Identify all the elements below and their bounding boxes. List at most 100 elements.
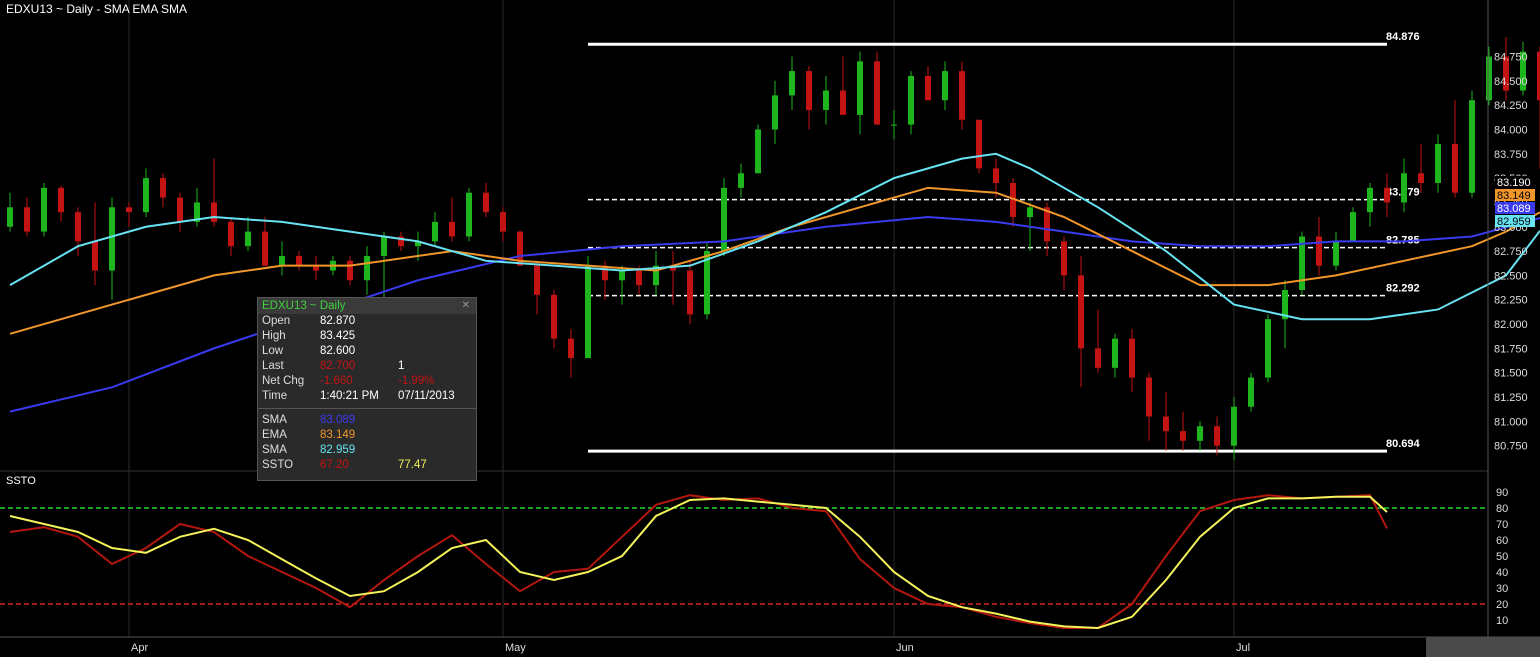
ma-line <box>9 216 1540 413</box>
level-label: 80.694 <box>1386 438 1421 450</box>
axes: 84.75084.50084.25084.00083.75083.50083.2… <box>0 0 1540 654</box>
level-label: 82.292 <box>1386 283 1420 295</box>
candle-body <box>551 294 557 339</box>
row-label: EMA <box>262 429 287 441</box>
price-tick-label: 81.500 <box>1494 368 1528 380</box>
ssto-panel <box>0 494 1488 630</box>
ssto-label: SSTO <box>6 475 36 487</box>
price-tick-label: 80.750 <box>1494 441 1528 453</box>
candle-body <box>160 178 166 198</box>
data-row-ssto: SSTO 67.20 77.47 <box>258 458 476 473</box>
candle-body <box>755 129 761 174</box>
row-label: SMA <box>262 444 287 456</box>
ssto-tick-label: 20 <box>1496 599 1508 611</box>
candle-body <box>92 241 98 271</box>
candle-body <box>636 270 642 286</box>
open-value: 82.870 <box>320 315 356 327</box>
candle-body <box>908 75 914 125</box>
candle-body <box>942 71 948 101</box>
candle-body <box>1078 275 1084 349</box>
data-row-high: High 83.425 <box>258 329 476 344</box>
candle-body <box>211 202 217 222</box>
candle-body <box>466 192 472 237</box>
candle-body <box>109 207 115 271</box>
ssto-d-value: 77.47 <box>398 459 427 471</box>
candle-body <box>1095 348 1101 368</box>
candle-body <box>891 124 897 126</box>
candle-body <box>738 173 744 188</box>
candle-body <box>534 265 540 295</box>
data-row-netchg: Net Chg -1.660 -1.99% <box>258 374 476 389</box>
candle-body <box>619 270 625 281</box>
candle-body <box>1316 236 1322 266</box>
candle-body <box>262 231 268 266</box>
candle-body <box>925 75 931 101</box>
sma2-value: 82.959 <box>320 444 356 456</box>
price-tick-label: 82.750 <box>1494 246 1528 258</box>
candle-body <box>1129 338 1135 378</box>
candle-body <box>1061 241 1067 276</box>
data-window-header[interactable]: EDXU13 ~ Daily ✕ <box>258 298 476 314</box>
candle-body <box>58 187 64 213</box>
x-tick-label: Apr <box>131 642 148 654</box>
candle-body <box>976 119 982 169</box>
candle-body <box>296 255 302 266</box>
x-tick-label: Jun <box>896 642 914 654</box>
candle-body <box>347 260 353 281</box>
x-tick-label: Jul <box>1236 642 1250 654</box>
price-tag-label: 82.959 <box>1497 216 1531 228</box>
data-window[interactable]: EDXU13 ~ Daily ✕ Open 82.870 High 83.425 L… <box>257 297 477 481</box>
candle-body <box>687 270 693 315</box>
date-value: 07/11/2013 <box>398 390 455 402</box>
row-label: Last <box>262 360 284 372</box>
ssto-tick-label: 70 <box>1496 519 1508 531</box>
candle-body <box>1333 241 1339 266</box>
data-row-sma2: SMA 82.959 <box>258 443 476 458</box>
price-tick-label: 84.000 <box>1494 124 1528 136</box>
candle-body <box>1197 426 1203 441</box>
divider <box>258 408 476 409</box>
data-row-ema: EMA 83.149 <box>258 428 476 443</box>
ssto-tick-label: 30 <box>1496 583 1508 595</box>
candle-body <box>568 338 574 359</box>
price-tick-label: 83.750 <box>1494 149 1528 161</box>
netchg-value: -1.660 <box>320 375 353 387</box>
candle-body <box>7 207 13 227</box>
close-icon[interactable]: ✕ <box>462 298 470 314</box>
candle-body <box>789 71 795 96</box>
row-label: Low <box>262 345 284 357</box>
ssto-tick-label: 80 <box>1496 503 1508 515</box>
candle-body <box>585 265 591 359</box>
candlestick-series <box>7 37 1540 461</box>
ssto-tick-label: 50 <box>1496 551 1508 563</box>
row-label: SMA <box>262 414 287 426</box>
candle-body <box>449 221 455 237</box>
candle-body <box>1112 338 1118 368</box>
candle-body <box>143 178 149 213</box>
ssto-tick-label: 90 <box>1496 487 1508 499</box>
last-size: 1 <box>398 360 405 372</box>
candle-body <box>245 231 251 247</box>
candle-body <box>126 207 132 213</box>
candle-body <box>1248 377 1254 407</box>
candle-body <box>1469 100 1475 193</box>
data-row-time: Time 1:40:21 PM 07/11/2013 <box>258 389 476 404</box>
scroll-thumb[interactable] <box>1426 637 1540 657</box>
candle-body <box>1418 173 1424 183</box>
candle-body <box>959 71 965 120</box>
candle-body <box>806 71 812 110</box>
price-tick-label: 82.500 <box>1494 270 1528 282</box>
row-label: Open <box>262 315 291 327</box>
candle-body <box>1027 207 1033 218</box>
candle-body <box>177 197 183 222</box>
ssto-d-line <box>9 495 1388 630</box>
candle-body <box>1180 431 1186 441</box>
candle-body <box>1384 187 1390 203</box>
moving-average-lines <box>9 152 1540 413</box>
chart-canvas[interactable]: 84.87683.27982.78582.29280.694 84.75084.… <box>0 0 1540 657</box>
time-value: 1:40:21 PM <box>320 390 379 402</box>
candle-body <box>772 95 778 130</box>
data-row-open: Open 82.870 <box>258 314 476 329</box>
ema-value: 83.149 <box>320 429 356 441</box>
ma-line <box>9 186 1540 335</box>
